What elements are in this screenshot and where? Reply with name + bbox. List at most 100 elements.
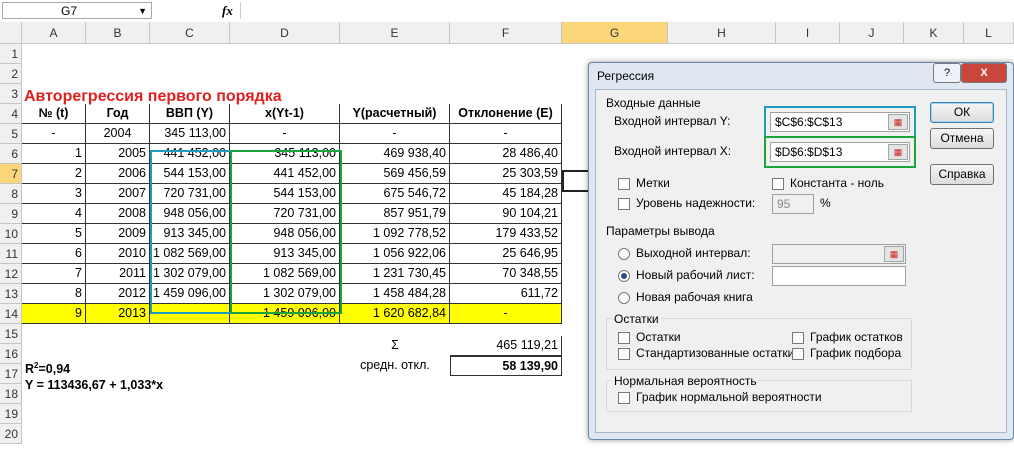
table-cell[interactable]: 2006 <box>86 164 150 184</box>
table-cell[interactable]: 611,72 <box>450 284 562 304</box>
table-cell[interactable]: 2010 <box>86 244 150 264</box>
labels-checkbox[interactable] <box>618 178 630 190</box>
column-header-a[interactable]: A <box>22 22 86 44</box>
r2-cell[interactable]: R2=0,94 <box>22 356 150 376</box>
mean-deviation-value-cell[interactable]: 58 139,90 <box>450 356 562 376</box>
table-cell[interactable]: 28 486,40 <box>450 144 562 164</box>
row-header[interactable]: 4 <box>0 104 22 124</box>
table-cell[interactable]: 441 452,00 <box>230 164 340 184</box>
table-header-cell[interactable]: № (t) <box>22 104 86 124</box>
table-cell[interactable]: 544 153,00 <box>230 184 340 204</box>
constant-zero-checkbox[interactable] <box>772 178 784 190</box>
row-header[interactable]: 10 <box>0 224 22 244</box>
table-header-cell[interactable]: x(Yt-1) <box>230 104 340 124</box>
table-cell[interactable]: 1 092 778,52 <box>340 224 450 244</box>
table-cell[interactable]: 7 <box>22 264 86 284</box>
row-header[interactable]: 2 <box>0 64 22 84</box>
line-fit-checkbox[interactable] <box>792 348 804 360</box>
table-header-cell[interactable]: Отклонение (Е) <box>450 104 562 124</box>
column-header-j[interactable]: J <box>840 22 904 44</box>
table-cell[interactable]: 1 082 569,00 <box>230 264 340 284</box>
column-header-h[interactable]: H <box>668 22 776 44</box>
confidence-checkbox[interactable] <box>618 198 630 210</box>
column-header-b[interactable]: B <box>86 22 150 44</box>
table-cell[interactable]: 2011 <box>86 264 150 284</box>
table-cell[interactable]: 1 459 096,00 <box>230 304 340 324</box>
column-header-g[interactable]: G <box>562 22 668 44</box>
range-select-icon[interactable]: ▦ <box>884 246 904 262</box>
table-cell[interactable]: 2012 <box>86 284 150 304</box>
table-cell[interactable]: - <box>450 304 562 324</box>
table-cell[interactable]: 179 433,52 <box>450 224 562 244</box>
row-header[interactable]: 12 <box>0 264 22 284</box>
table-header-cell[interactable]: Y(расчетный) <box>340 104 450 124</box>
row-header[interactable]: 18 <box>0 384 22 404</box>
table-cell[interactable]: 441 452,00 <box>150 144 230 164</box>
row-header[interactable]: 6 <box>0 144 22 164</box>
table-cell[interactable]: 913 345,00 <box>150 224 230 244</box>
table-cell[interactable]: 2009 <box>86 224 150 244</box>
table-cell[interactable]: 544 153,00 <box>150 164 230 184</box>
sigma-label-cell[interactable]: Σ <box>340 336 450 356</box>
table-cell[interactable]: 5 <box>22 224 86 244</box>
row-header[interactable]: 3 <box>0 84 22 104</box>
row-header[interactable]: 17 <box>0 364 22 384</box>
table-cell[interactable]: 345 113,00 <box>230 144 340 164</box>
table-cell[interactable]: 1 458 484,28 <box>340 284 450 304</box>
new-book-radio[interactable] <box>618 292 630 304</box>
help-title-button[interactable]: ? <box>933 63 961 83</box>
select-all-corner[interactable] <box>0 22 22 44</box>
row-header[interactable]: 13 <box>0 284 22 304</box>
table-cell[interactable]: 3 <box>22 184 86 204</box>
close-button[interactable]: X <box>961 63 1007 83</box>
column-header-f[interactable]: F <box>450 22 562 44</box>
table-cell[interactable]: 720 731,00 <box>150 184 230 204</box>
table-cell[interactable]: 948 056,00 <box>230 224 340 244</box>
table-cell[interactable]: - <box>22 124 86 144</box>
residuals-checkbox[interactable] <box>618 332 630 344</box>
row-header[interactable]: 15 <box>0 324 22 344</box>
table-cell[interactable]: 6 <box>22 244 86 264</box>
table-cell[interactable]: 857 951,79 <box>340 204 450 224</box>
table-cell[interactable]: 8 <box>22 284 86 304</box>
range-select-icon[interactable]: ▦ <box>888 114 908 130</box>
mean-deviation-label-cell[interactable]: средн. откл. <box>340 356 450 376</box>
table-header-cell[interactable]: Год <box>86 104 150 124</box>
input-x-field[interactable]: $D$6:$D$13 ▦ <box>770 142 910 162</box>
table-cell[interactable]: 1 231 730,45 <box>340 264 450 284</box>
residual-plot-checkbox[interactable] <box>792 332 804 344</box>
table-cell[interactable]: 2013 <box>86 304 150 324</box>
table-cell[interactable]: 1 082 569,00 <box>150 244 230 264</box>
row-header[interactable]: 8 <box>0 184 22 204</box>
row-header[interactable]: 20 <box>0 424 22 444</box>
row-header[interactable]: 16 <box>0 344 22 364</box>
column-header-i[interactable]: I <box>776 22 840 44</box>
std-residuals-checkbox[interactable] <box>618 348 630 360</box>
output-range-field[interactable]: ▦ <box>772 244 906 264</box>
chevron-down-icon[interactable]: ▼ <box>138 3 147 20</box>
table-cell[interactable]: 1 056 922,06 <box>340 244 450 264</box>
table-cell[interactable]: 4 <box>22 204 86 224</box>
table-cell[interactable]: - <box>340 124 450 144</box>
new-sheet-field[interactable] <box>772 266 906 286</box>
table-cell[interactable]: - <box>450 124 562 144</box>
table-header-cell[interactable]: ВВП (Y) <box>150 104 230 124</box>
table-cell[interactable]: 25 303,59 <box>450 164 562 184</box>
column-header-k[interactable]: K <box>904 22 964 44</box>
table-cell[interactable]: 25 646,95 <box>450 244 562 264</box>
table-cell[interactable]: 1 620 682,84 <box>340 304 450 324</box>
table-cell[interactable]: 2 <box>22 164 86 184</box>
table-cell[interactable]: 1 <box>22 144 86 164</box>
ok-button[interactable]: ОК <box>930 102 994 123</box>
table-cell[interactable]: 9 <box>22 304 86 324</box>
table-cell[interactable]: 469 938,40 <box>340 144 450 164</box>
range-select-icon[interactable]: ▦ <box>888 144 908 160</box>
table-cell[interactable]: 2008 <box>86 204 150 224</box>
row-header[interactable]: 14 <box>0 304 22 324</box>
row-header[interactable]: 9 <box>0 204 22 224</box>
row-header[interactable]: 5 <box>0 124 22 144</box>
name-box[interactable]: G7 ▼ <box>2 2 152 19</box>
column-header-c[interactable]: C <box>150 22 230 44</box>
confidence-field[interactable]: 95 <box>772 194 814 214</box>
table-cell[interactable]: 70 348,55 <box>450 264 562 284</box>
